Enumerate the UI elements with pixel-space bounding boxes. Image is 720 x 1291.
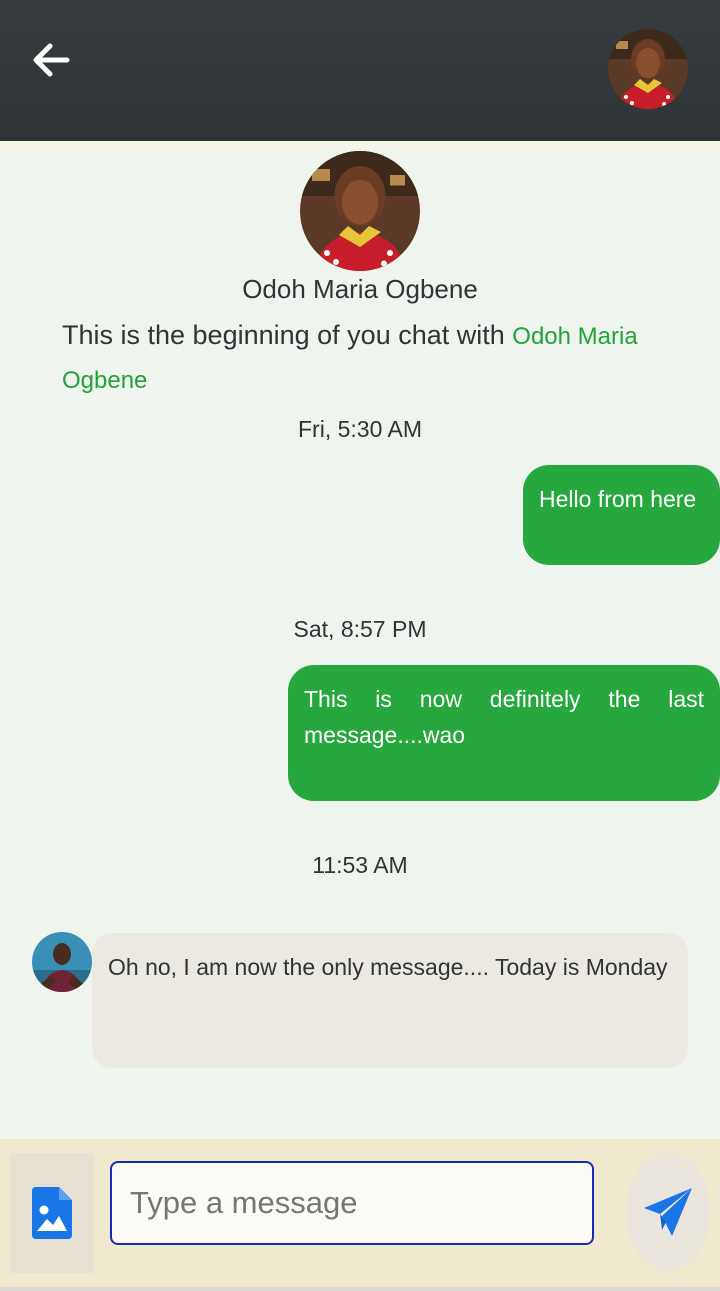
- message-timestamp: Sat, 8:57 PM: [293, 616, 427, 642]
- message-input[interactable]: [110, 1161, 594, 1245]
- chat-header: [0, 0, 720, 141]
- message-text: Hello from here: [539, 486, 697, 512]
- message-timestamp: 11:53 AM: [312, 852, 408, 878]
- header-avatar[interactable]: [608, 29, 688, 109]
- incoming-message-bubble[interactable]: Oh no, I am now the only message.... Tod…: [92, 933, 688, 1068]
- image-file-icon: [32, 1187, 72, 1239]
- message-composer: [0, 1139, 720, 1287]
- message-text: This is now definitely the last message.…: [304, 686, 704, 748]
- message-timestamp: Fri, 5:30 AM: [298, 416, 422, 442]
- outgoing-message-bubble[interactable]: Hello from here: [523, 465, 720, 565]
- intro-text: This is the beginning of you chat with: [62, 320, 505, 350]
- contact-avatar[interactable]: [300, 151, 420, 271]
- message-text: Oh no, I am now the only message.... Tod…: [108, 954, 668, 980]
- chat-intro: This is the beginning of you chat with O…: [62, 314, 672, 402]
- header-divider: [0, 141, 720, 150]
- outgoing-message-bubble[interactable]: This is now definitely the last message.…: [288, 665, 720, 801]
- bottom-edge: [0, 1287, 720, 1291]
- send-button[interactable]: [626, 1153, 710, 1271]
- arrow-left-icon: [33, 43, 70, 77]
- back-button[interactable]: [28, 38, 72, 82]
- sender-avatar[interactable]: [32, 932, 92, 992]
- attach-image-button[interactable]: [10, 1153, 94, 1273]
- contact-name: Odoh Maria Ogbene: [242, 274, 478, 304]
- send-icon: [644, 1188, 692, 1236]
